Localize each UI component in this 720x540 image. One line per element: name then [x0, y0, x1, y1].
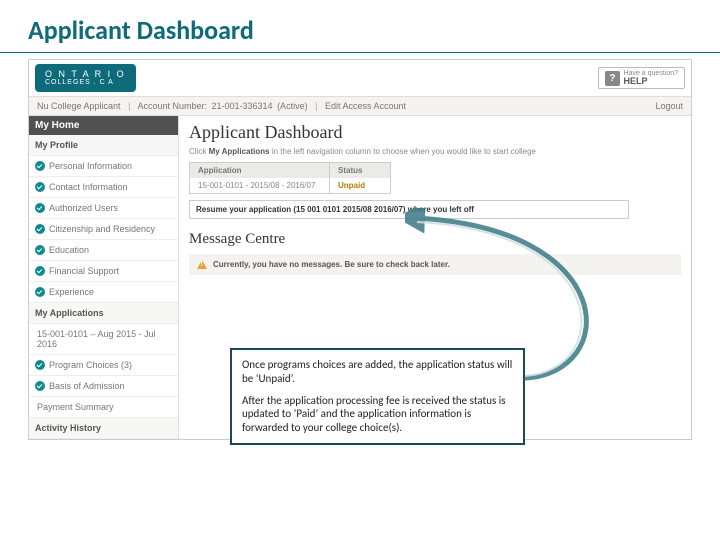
header: O N T A R I O COLLEGES . C A ? Have a qu… [29, 60, 691, 96]
sidebar-item-authorized[interactable]: Authorized Users [29, 198, 178, 219]
logo-line2: COLLEGES . C A [45, 79, 126, 86]
account-number: 21-001-336314 [211, 101, 272, 111]
instruction-text: Click My Applications in the left naviga… [189, 147, 681, 156]
cell-application: 15-001-0101 - 2015/08 - 2016/07 [190, 178, 330, 193]
sidebar-applications[interactable]: My Applications [29, 303, 178, 324]
account-label: Account Number: [137, 101, 207, 111]
sidebar-item-citizenship[interactable]: Citizenship and Residency [29, 219, 178, 240]
table-row[interactable]: 15-001-0101 - 2015/08 - 2016/07 Unpaid [190, 178, 390, 193]
sidebar-item-program-choices[interactable]: Program Choices (3) [29, 355, 178, 376]
check-icon [35, 287, 45, 297]
sidebar-home[interactable]: My Home [29, 116, 178, 135]
message-text: Currently, you have no messages. Be sure… [213, 260, 450, 269]
sidebar-item-education[interactable]: Education [29, 240, 178, 261]
question-icon: ? [605, 71, 619, 86]
message-centre-heading: Message Centre [189, 231, 681, 248]
message-box: Currently, you have no messages. Be sure… [189, 254, 681, 275]
edit-account-link[interactable]: Edit Access Account [325, 101, 406, 111]
slide-title: Applicant Dashboard [0, 0, 720, 53]
sidebar-item-payment[interactable]: Payment Summary [29, 397, 178, 418]
check-icon [35, 182, 45, 192]
check-icon [35, 224, 45, 234]
check-icon [35, 203, 45, 213]
sidebar-item-financial[interactable]: Financial Support [29, 261, 178, 282]
col-application: Application [190, 163, 330, 178]
sidebar-item-contact[interactable]: Contact Information [29, 177, 178, 198]
sidebar: My Home My Profile Personal Information … [29, 116, 179, 439]
check-icon [35, 266, 45, 276]
sidebar-history[interactable]: Activity History [29, 418, 178, 439]
cell-status: Unpaid [330, 178, 390, 193]
warning-icon [197, 260, 207, 269]
sidebar-item-basis[interactable]: Basis of Admission [29, 376, 178, 397]
resume-application-link[interactable]: Resume your application (15 001 0101 201… [189, 200, 629, 219]
logout-link[interactable]: Logout [655, 101, 683, 111]
sidebar-item-personal[interactable]: Personal Information [29, 156, 178, 177]
help-button[interactable]: ? Have a question?HELP [598, 67, 685, 89]
check-icon [35, 360, 45, 370]
sidebar-item-experience[interactable]: Experience [29, 282, 178, 303]
callout-box: Once programs choices are added, the app… [230, 348, 525, 445]
callout-p2: After the application processing fee is … [242, 394, 513, 435]
applications-table: Application Status 15-001-0101 - 2015/08… [189, 162, 391, 194]
col-status: Status [330, 163, 390, 178]
callout-p1: Once programs choices are added, the app… [242, 358, 513, 386]
account-bar: Nu College Applicant | Account Number: 2… [29, 96, 691, 116]
check-icon [35, 381, 45, 391]
page-heading: Applicant Dashboard [189, 122, 681, 143]
help-text: Have a question?HELP [624, 70, 678, 86]
sidebar-profile[interactable]: My Profile [29, 135, 178, 156]
check-icon [35, 245, 45, 255]
account-status: (Active) [277, 101, 308, 111]
logo-line1: O N T A R I O [45, 70, 126, 79]
user-name: Nu College Applicant [37, 101, 121, 111]
sidebar-app-item[interactable]: 15-001-0101 – Aug 2015 - Jul 2016 [29, 324, 178, 355]
check-icon [35, 161, 45, 171]
logo[interactable]: O N T A R I O COLLEGES . C A [35, 64, 136, 93]
